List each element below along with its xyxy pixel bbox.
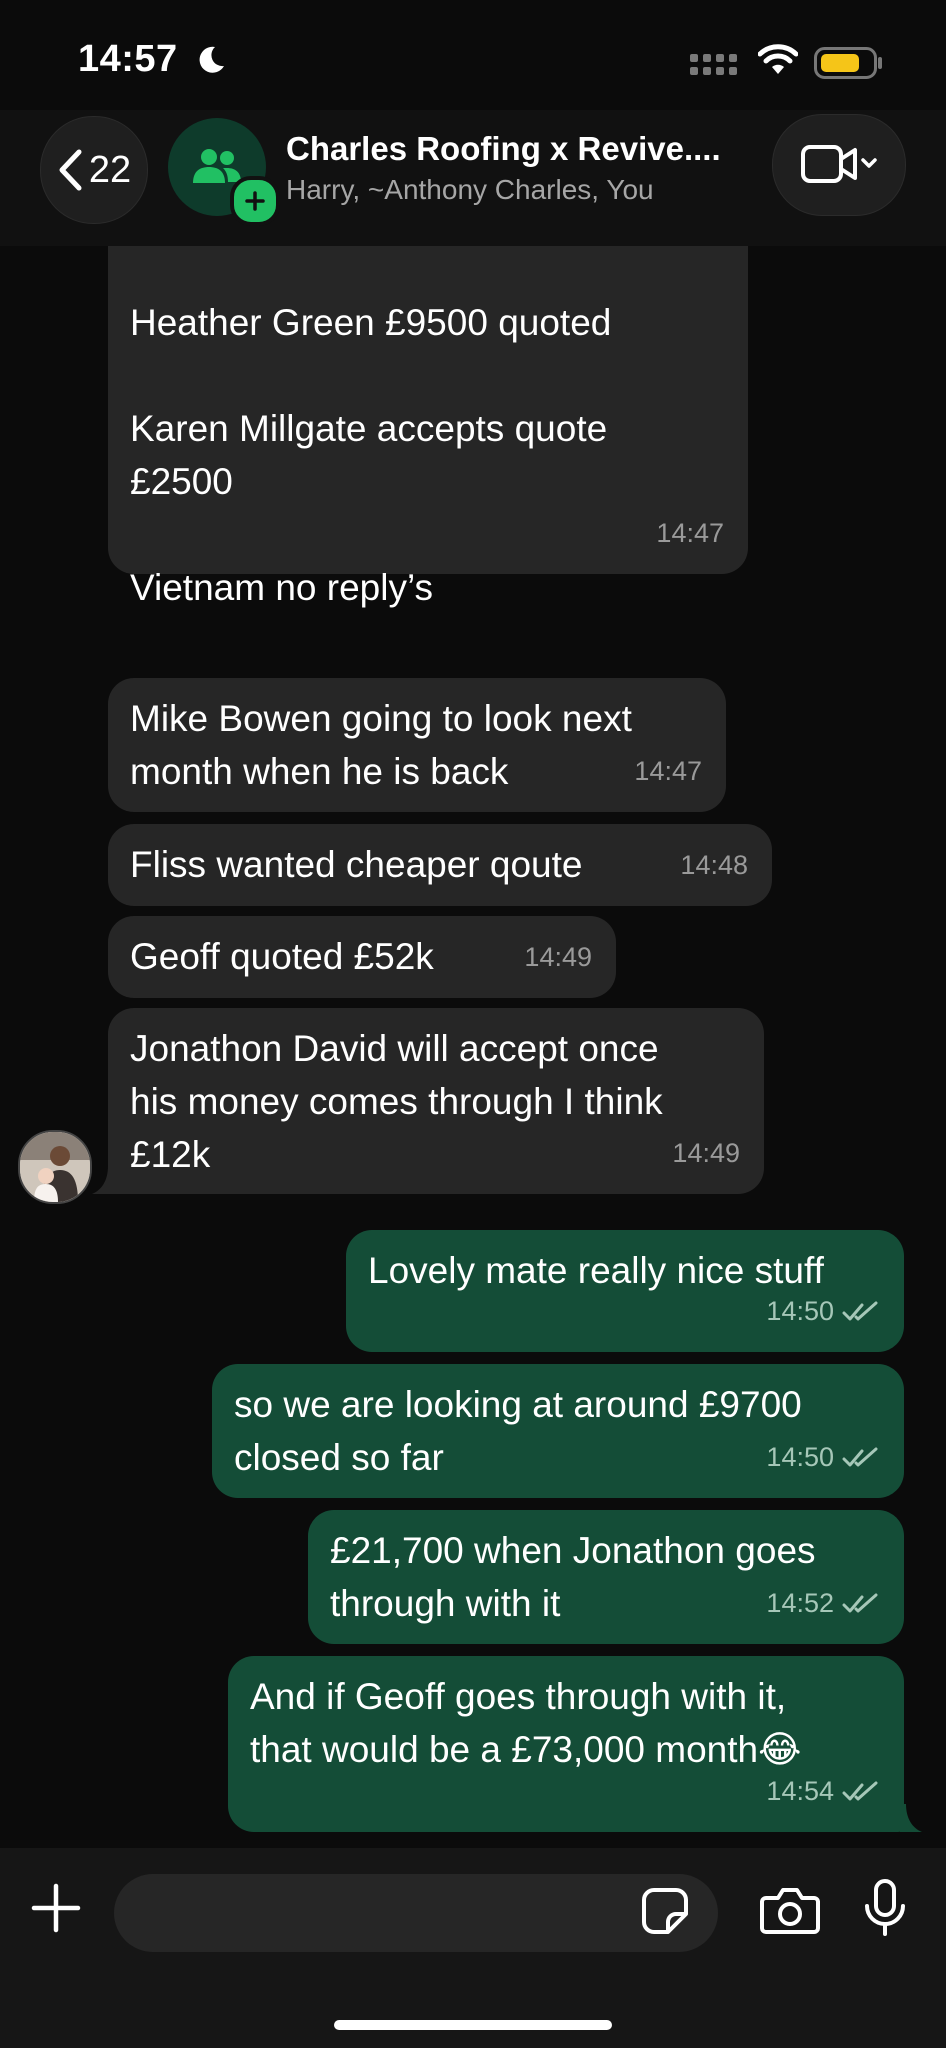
message-input[interactable]: [114, 1874, 718, 1952]
message-time: 14:47: [634, 756, 702, 786]
video-call-button[interactable]: [772, 114, 906, 216]
sticker-icon[interactable]: [640, 1886, 690, 1936]
message-outgoing[interactable]: Lovely mate really nice stuff 14:50: [346, 1230, 904, 1352]
home-indicator: [334, 2020, 612, 2030]
message-time: 14:49: [672, 1138, 740, 1168]
video-camera-icon: [801, 145, 877, 183]
chat-title[interactable]: Charles Roofing x Revive....: [286, 130, 721, 168]
message-meta: 14:47: [634, 745, 702, 798]
message-time: 14:54: [766, 1776, 834, 1806]
message-text: Mike Bowen going to look next month when…: [130, 698, 632, 792]
message-meta: 14:49: [672, 1127, 740, 1180]
message-incoming[interactable]: Soon looking at Thursday Heather Green £…: [108, 246, 748, 608]
moon-icon: [199, 46, 224, 73]
bubble-tail: [900, 1804, 922, 1832]
message-incoming[interactable]: Geoff quoted £52k 14:49: [108, 916, 616, 998]
message-incoming[interactable]: Mike Bowen going to look next month when…: [108, 678, 726, 812]
message-outgoing[interactable]: And if Geoff goes through with it, that …: [228, 1656, 904, 1832]
message-time: 14:50: [766, 1296, 834, 1326]
double-check-icon: [842, 1301, 878, 1320]
wifi-icon: [758, 44, 798, 74]
battery-icon: [814, 47, 882, 79]
message-time: 14:52: [766, 1588, 834, 1618]
plus-icon: [245, 191, 265, 211]
composer-bar: [0, 1848, 946, 2048]
chevron-left-icon: [59, 149, 82, 191]
bubble-tail: [92, 1166, 116, 1194]
double-check-icon: [842, 1781, 878, 1800]
double-check-icon: [842, 1447, 878, 1466]
plus-icon[interactable]: [28, 1880, 84, 1936]
message-list[interactable]: Soon looking at Thursday Heather Green £…: [0, 246, 946, 1848]
back-button[interactable]: 22: [40, 116, 148, 224]
message-outgoing[interactable]: £21,700 when Jonathon goes through with …: [308, 1510, 904, 1644]
chat-members[interactable]: Harry, ~Anthony Charles, You: [286, 174, 654, 206]
unread-count: 22: [88, 148, 132, 191]
microphone-icon[interactable]: [862, 1878, 908, 1938]
message-meta: 14:54: [766, 1765, 880, 1818]
message-text: And if Geoff goes through with it, that …: [250, 1676, 802, 1770]
message-text: Jonathon David will accept once his mone…: [130, 1028, 663, 1175]
message-time: 14:49: [524, 942, 592, 972]
person-photo-icon: [20, 1132, 90, 1202]
message-time: 14:47: [656, 518, 724, 548]
sender-avatar[interactable]: [18, 1130, 92, 1204]
message-text: Soon looking at Thursday Heather Green £…: [130, 302, 612, 608]
message-text: Fliss wanted cheaper qoute: [130, 844, 583, 885]
message-meta: 14:50: [766, 1431, 880, 1484]
message-time: 14:50: [766, 1442, 834, 1472]
message-meta: 14:49: [524, 931, 592, 984]
add-participant-button[interactable]: [230, 176, 280, 226]
status-bar: 14:57: [0, 0, 946, 120]
message-incoming[interactable]: Fliss wanted cheaper qoute 14:48: [108, 824, 772, 906]
message-time: 14:48: [680, 850, 748, 880]
status-time: 14:57: [78, 38, 178, 80]
message-meta: 14:52: [766, 1577, 880, 1630]
message-incoming[interactable]: Jonathon David will accept once his mone…: [108, 1008, 764, 1194]
cellular-signal-icon: [690, 54, 737, 75]
chat-header: 22 Charles Roofing x Revive.... Harry, ~…: [0, 110, 946, 246]
message-outgoing[interactable]: so we are looking at around £9700 closed…: [212, 1364, 904, 1498]
camera-icon[interactable]: [760, 1884, 820, 1936]
message-meta: 14:48: [680, 839, 748, 892]
message-meta: 14:47: [656, 507, 724, 560]
message-meta: 14:50: [766, 1285, 880, 1338]
message-text: Geoff quoted £52k: [130, 936, 434, 977]
double-check-icon: [842, 1593, 878, 1612]
